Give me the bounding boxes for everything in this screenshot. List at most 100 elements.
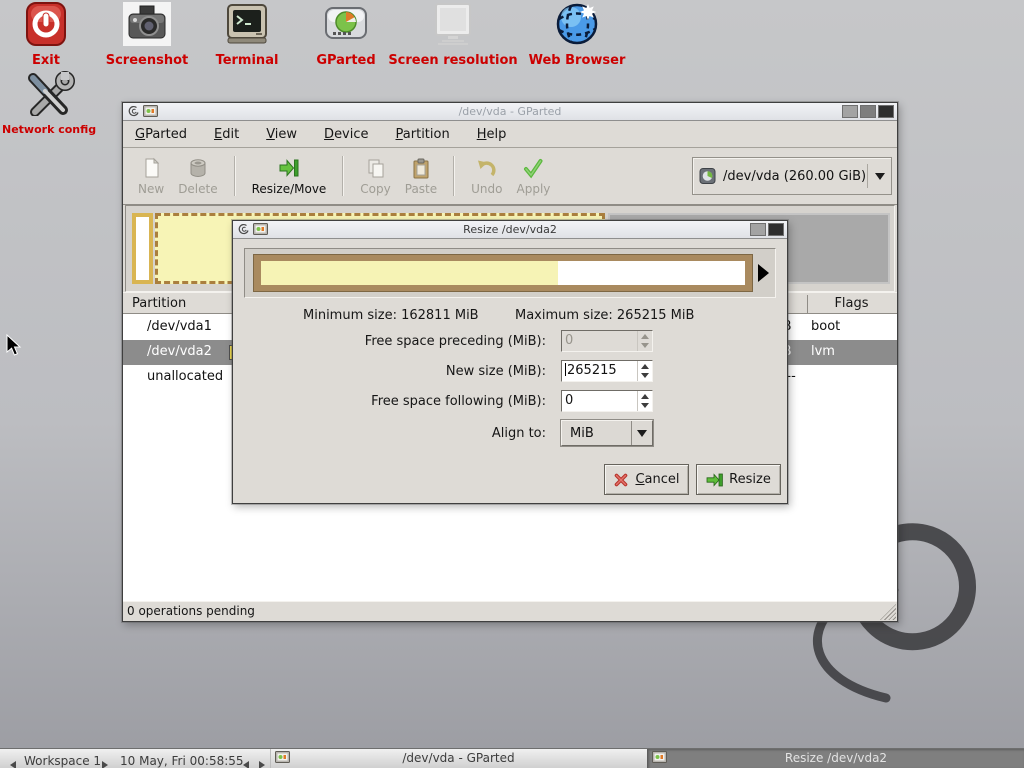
spin-arrows[interactable] xyxy=(637,391,652,411)
camera-icon xyxy=(123,2,171,46)
new-button[interactable]: New xyxy=(131,151,171,201)
menu-partition[interactable]: Partition xyxy=(396,127,450,142)
status-bar: 0 operations pending xyxy=(123,601,897,621)
spin-up-icon[interactable] xyxy=(641,364,649,369)
spin-arrows[interactable] xyxy=(637,361,652,381)
dialog-title: Resize /dev/vda2 xyxy=(233,223,787,236)
terminal-icon xyxy=(225,2,269,46)
chevron-down-icon xyxy=(875,173,885,180)
resize-drag-handle-icon[interactable] xyxy=(758,264,769,282)
spin-up-icon[interactable] xyxy=(641,334,649,339)
desktop-icon-label: GParted xyxy=(306,53,386,68)
status-text: 0 operations pending xyxy=(127,604,255,618)
field-free-space-following: Free space following (MiB): 0 xyxy=(233,390,787,414)
taskbar-clock: 10 May, Fri 00:58:55 xyxy=(120,751,244,768)
spin-down-icon[interactable] xyxy=(641,403,649,408)
resize-move-icon xyxy=(278,157,300,179)
free-space-following-spinbox[interactable]: 0 xyxy=(561,390,653,412)
copy-icon xyxy=(365,157,387,179)
close-button[interactable] xyxy=(878,105,894,118)
combo-dropdown[interactable] xyxy=(631,421,652,445)
desktop-icon-label: Exit xyxy=(16,53,76,68)
menubar: GParted Edit View Device Partition Help xyxy=(123,121,897,148)
resize-move-button[interactable]: Resize/Move xyxy=(245,151,334,201)
new-partition-icon xyxy=(140,157,162,179)
main-window-titlebar[interactable]: /dev/vda - GParted xyxy=(123,103,897,121)
mouse-cursor xyxy=(6,334,22,357)
desktop: Exit Screenshot Terminal xyxy=(0,0,1024,768)
main-window-buttons xyxy=(842,105,894,118)
column-header-flags[interactable]: Flags xyxy=(807,296,896,311)
paste-button[interactable]: Paste xyxy=(398,151,444,201)
copy-button[interactable]: Copy xyxy=(353,151,397,201)
resize-grip[interactable] xyxy=(880,604,896,620)
resize-button[interactable]: Resize xyxy=(696,464,781,495)
desktop-icon-web-browser[interactable]: Web Browser xyxy=(518,2,636,68)
field-free-space-preceding: Free space preceding (MiB): 0 xyxy=(233,330,787,354)
debian-swirl-icon xyxy=(127,105,140,118)
desktop-icon-screen-resolution[interactable]: Screen resolution xyxy=(386,2,520,68)
arrow-left-icon xyxy=(243,761,249,768)
close-button[interactable] xyxy=(768,223,784,236)
spin-arrows[interactable] xyxy=(637,331,652,351)
free-space-preceding-spinbox[interactable]: 0 xyxy=(561,330,653,352)
taskbar: Workspace 1 10 May, Fri 00:58:55 /dev/vd… xyxy=(0,748,1024,768)
menu-help[interactable]: Help xyxy=(477,127,507,142)
spin-up-icon[interactable] xyxy=(641,394,649,399)
arrow-left-icon xyxy=(10,761,16,768)
spin-down-icon[interactable] xyxy=(641,343,649,348)
cancel-button-label: Cancel xyxy=(635,472,679,487)
partition-resize-frame[interactable] xyxy=(253,254,753,292)
resize-slider-widget xyxy=(244,248,776,298)
chevron-down-icon xyxy=(637,430,647,437)
delete-button[interactable]: Delete xyxy=(171,151,224,201)
disk-visual-vda1[interactable] xyxy=(132,213,153,284)
maximize-button[interactable] xyxy=(860,105,876,118)
maximize-button[interactable] xyxy=(750,223,766,236)
arrow-right-icon xyxy=(102,761,108,768)
cancel-button[interactable]: Cancel xyxy=(604,464,689,495)
menu-edit[interactable]: Edit xyxy=(214,127,239,142)
gparted-disk-icon xyxy=(323,2,369,46)
desktop-icon-label: Network config xyxy=(2,123,96,136)
resize-button-label: Resize xyxy=(729,472,771,487)
desktop-icon-screenshot[interactable]: Screenshot xyxy=(102,2,192,68)
desktop-icon-network-config[interactable]: Network config xyxy=(2,70,96,136)
column-header-partition[interactable]: Partition xyxy=(132,296,186,311)
partition-resize-inner xyxy=(261,261,745,285)
minimize-button[interactable] xyxy=(842,105,858,118)
desktop-icon-exit[interactable]: Exit xyxy=(16,2,76,68)
desktop-icon-label: Screenshot xyxy=(102,53,192,68)
task-next-button[interactable] xyxy=(259,755,265,768)
taskbar-task-gparted[interactable]: /dev/vda - GParted xyxy=(270,749,646,768)
minimum-size-label: Minimum size: 162811 MiB xyxy=(303,308,479,323)
toolbar-separator xyxy=(234,156,236,196)
device-selector[interactable]: /dev/vda (260.00 GiB) xyxy=(692,157,892,195)
menu-view[interactable]: View xyxy=(266,127,297,142)
menu-gparted[interactable]: GParted xyxy=(135,127,187,142)
menu-device[interactable]: Device xyxy=(324,127,368,142)
desktop-icon-terminal[interactable]: Terminal xyxy=(210,2,284,68)
align-to-combobox[interactable]: MiB xyxy=(561,420,653,446)
resize-dialog: Resize /dev/vda2 Minimum size: 162811 Mi… xyxy=(232,220,788,504)
undo-button[interactable]: Undo xyxy=(464,151,509,201)
dialog-titlebar[interactable]: Resize /dev/vda2 xyxy=(233,221,787,239)
arrow-right-icon xyxy=(259,761,265,768)
device-disk-icon xyxy=(699,168,717,184)
delete-partition-icon xyxy=(187,157,209,179)
toolbar-separator xyxy=(453,156,455,196)
desktop-icon-gparted[interactable]: GParted xyxy=(306,2,386,68)
cancel-x-icon xyxy=(613,472,629,488)
crossed-tools-icon xyxy=(23,70,75,116)
workspace-prev-button[interactable] xyxy=(10,755,16,768)
gparted-window-icon xyxy=(253,223,268,236)
power-icon xyxy=(24,2,68,46)
task-prev-button[interactable] xyxy=(243,755,249,768)
spin-down-icon[interactable] xyxy=(641,373,649,378)
device-dropdown[interactable] xyxy=(867,164,885,188)
workspace-next-button[interactable] xyxy=(102,755,108,768)
new-size-spinbox[interactable]: 265215 xyxy=(561,360,653,382)
apply-check-icon xyxy=(522,157,544,179)
apply-button[interactable]: Apply xyxy=(510,151,558,201)
taskbar-task-resize-dialog[interactable]: Resize /dev/vda2 xyxy=(647,749,1024,768)
